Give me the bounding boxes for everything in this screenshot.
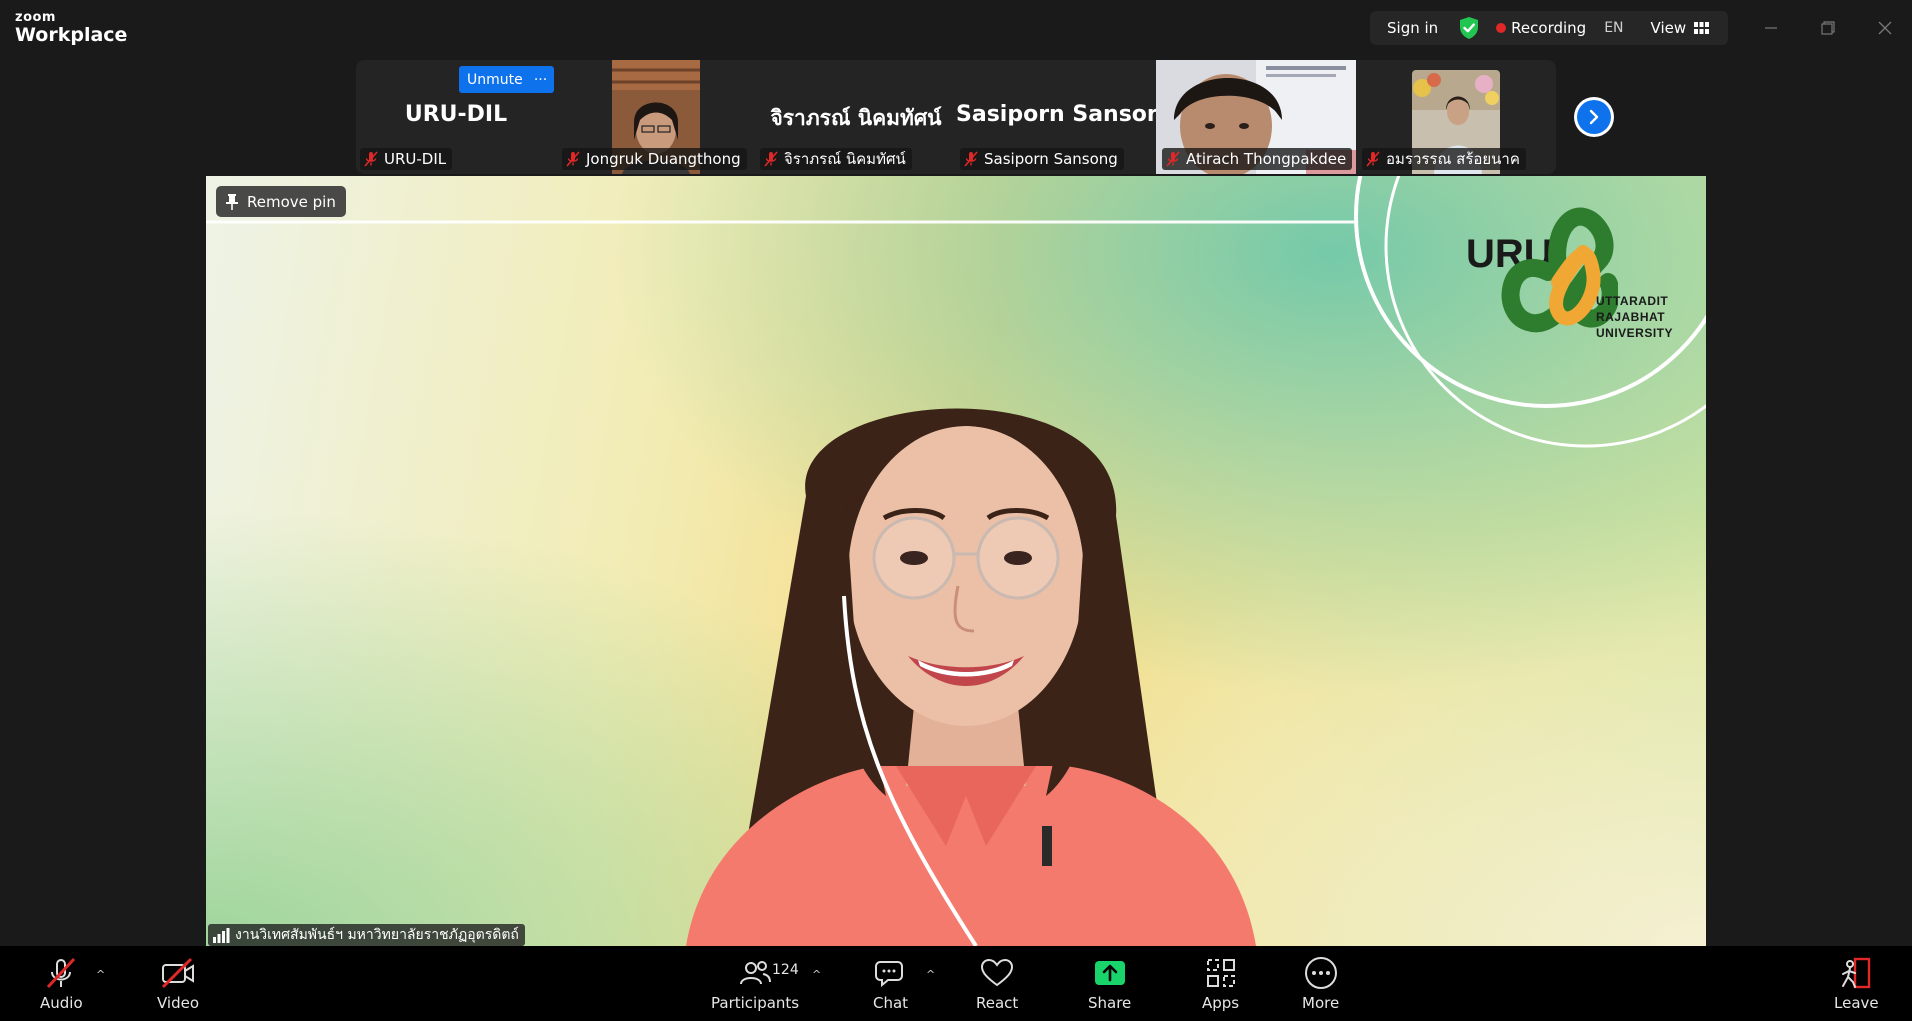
chat-label: Chat xyxy=(873,994,909,1012)
video-button[interactable]: Video xyxy=(157,956,199,1012)
pin-icon xyxy=(226,193,238,210)
video-off-icon xyxy=(161,957,195,989)
participant-thumbnail-strip: URU-DIL Unmute ··· URU-DIL Jongruk Duang… xyxy=(356,60,1556,174)
video-label: Video xyxy=(157,994,200,1012)
muted-mic-icon xyxy=(964,151,978,167)
audio-label: Audio xyxy=(40,994,83,1012)
participant-display-name: URU-DIL xyxy=(404,102,508,127)
leave-door-icon xyxy=(1842,957,1871,989)
chevron-right-icon xyxy=(1589,109,1599,125)
participant-tile[interactable]: URU-DIL Unmute ··· URU-DIL xyxy=(356,60,556,174)
participant-name-label: Sasiporn Sansong xyxy=(960,148,1124,170)
signal-strength-icon xyxy=(213,928,230,943)
more-button[interactable]: More xyxy=(1302,956,1339,1012)
view-button[interactable]: View xyxy=(1651,19,1687,37)
chat-icon xyxy=(874,961,903,988)
speaker-name-text: งานวิเทศสัมพันธ์ฯ มหาวิทยาลัยราชภัฏอุตรด… xyxy=(235,927,519,943)
leave-button[interactable]: Leave xyxy=(1834,956,1879,1012)
uru-university-logo: URU UTTARADIT RAJABHAT UNIVERSITY xyxy=(1466,196,1686,346)
chat-options-chevron-icon[interactable]: ^ xyxy=(926,968,935,981)
participants-label: Participants xyxy=(711,994,800,1012)
participant-name-label: อมรวรรณ สร้อยนาค xyxy=(1362,148,1526,170)
participant-tile[interactable]: Jongruk Duangthong xyxy=(556,60,756,174)
participant-name-label: URU-DIL xyxy=(360,148,453,170)
leave-label: Leave xyxy=(1834,994,1879,1012)
participant-name-text: URU-DIL xyxy=(384,150,447,168)
participant-display-name: Sasiporn Sansong xyxy=(956,102,1179,127)
participant-tile[interactable]: อมรวรรณ สร้อยนาค xyxy=(1356,60,1556,174)
unmute-button[interactable]: Unmute xyxy=(459,66,531,93)
apps-icon xyxy=(1206,959,1235,987)
minimize-button[interactable] xyxy=(1757,14,1785,42)
participant-tile[interactable]: Sasiporn Sansong Sasiporn Sansong xyxy=(956,60,1179,174)
participant-name-label: จิราภรณ์ นิคมทัศน์ xyxy=(760,148,912,170)
sign-in-button[interactable]: Sign in xyxy=(1387,19,1438,37)
participants-count: 124 xyxy=(772,962,799,978)
recording-indicator[interactable]: Recording xyxy=(1511,19,1586,37)
restore-icon xyxy=(1821,21,1835,35)
participant-name-text: อมรวรรณ สร้อยนาค xyxy=(1386,150,1520,168)
logo-subtitle-line: RAJABHAT xyxy=(1596,310,1666,324)
muted-mic-icon xyxy=(364,151,378,167)
logo-subtitle-line: UNIVERSITY xyxy=(1596,326,1674,340)
muted-mic-icon xyxy=(1166,151,1180,167)
muted-mic-icon xyxy=(47,957,76,989)
react-label: React xyxy=(976,994,1019,1012)
react-button[interactable]: React xyxy=(976,956,1018,1012)
participant-name-label: Atirach Thongpakdee xyxy=(1162,148,1353,170)
meeting-toolbar: Audio ^ Video Participants 124 ^ Chat ^ xyxy=(0,946,1912,1021)
tile-more-button[interactable]: ··· xyxy=(527,66,554,93)
participant-tile[interactable]: Atirach Thongpakdee xyxy=(1156,60,1356,174)
heart-icon xyxy=(981,958,1014,987)
apps-label: Apps xyxy=(1202,994,1240,1012)
next-page-button[interactable] xyxy=(1574,97,1614,137)
remove-pin-button[interactable]: Remove pin xyxy=(216,186,346,217)
participant-tile[interactable]: จิราภรณ์ นิคมทัศน์ จิราภรณ์ นิคมทัศน์ xyxy=(756,60,956,174)
recording-dot-icon xyxy=(1496,23,1507,33)
brand-top-text: zoom xyxy=(15,10,56,25)
participant-name-text: Atirach Thongpakdee xyxy=(1186,150,1347,168)
share-button[interactable]: Share xyxy=(1088,956,1131,1012)
participants-options-chevron-icon[interactable]: ^ xyxy=(812,968,821,981)
restore-button[interactable] xyxy=(1814,14,1842,42)
participants-icon xyxy=(740,961,772,985)
title-bar: zoom Workplace Sign in Recording EN View xyxy=(0,0,1912,56)
participant-name-text: จิราภรณ์ นิคมทัศน์ xyxy=(784,150,906,168)
participant-display-name: จิราภรณ์ นิคมทัศน์ xyxy=(770,106,942,130)
more-options-icon xyxy=(1304,957,1337,989)
security-shield-icon[interactable] xyxy=(1458,16,1480,40)
speaker-person xyxy=(686,408,1256,946)
more-label: More xyxy=(1302,994,1340,1012)
muted-mic-icon xyxy=(566,151,580,167)
speaker-name-label: งานวิเทศสัมพันธ์ฯ มหาวิทยาลัยราชภัฏอุตรด… xyxy=(208,924,525,946)
chat-button[interactable]: Chat xyxy=(873,956,908,1012)
top-status-pill: Sign in Recording EN View xyxy=(1370,11,1728,45)
logo-subtitle-line: UTTARADIT xyxy=(1596,294,1669,308)
muted-mic-icon xyxy=(1366,151,1380,167)
share-label: Share xyxy=(1088,994,1132,1012)
muted-mic-icon xyxy=(764,151,778,167)
remove-pin-label: Remove pin xyxy=(247,192,336,211)
minimize-icon xyxy=(1765,27,1777,29)
participant-name-label: Jongruk Duangthong xyxy=(562,148,747,170)
zoom-brand-logo: zoom Workplace xyxy=(15,11,127,45)
apps-button[interactable]: Apps xyxy=(1202,956,1239,1012)
share-screen-icon xyxy=(1094,961,1125,985)
participant-name-text: Sasiporn Sansong xyxy=(984,150,1118,168)
language-button[interactable]: EN xyxy=(1604,20,1623,36)
brand-bottom-text: Workplace xyxy=(15,24,128,46)
grid-view-icon[interactable] xyxy=(1694,21,1710,35)
pinned-speaker-video[interactable]: Remove pin URU UTTARADIT RAJABHAT UNIVER… xyxy=(206,176,1706,946)
participant-name-text: Jongruk Duangthong xyxy=(586,150,741,168)
audio-button[interactable]: Audio xyxy=(40,956,83,1012)
audio-options-chevron-icon[interactable]: ^ xyxy=(96,968,105,981)
close-button[interactable] xyxy=(1871,14,1899,42)
close-icon xyxy=(1878,21,1892,35)
